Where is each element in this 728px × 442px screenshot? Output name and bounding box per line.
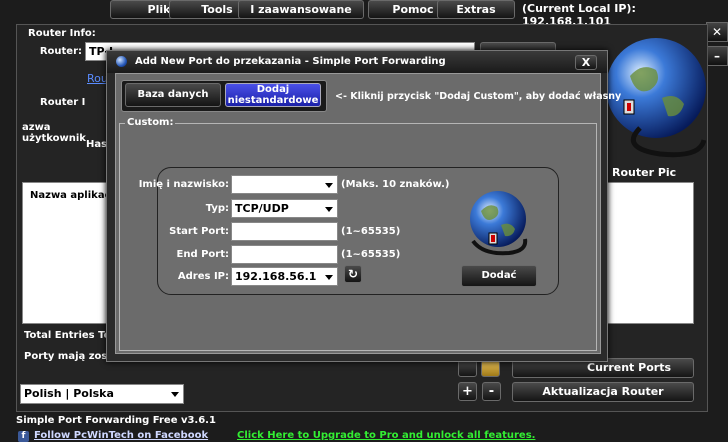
remove-port-button[interactable]: - — [482, 382, 501, 401]
dialog-close-button[interactable]: X — [575, 55, 597, 70]
chevron-down-icon — [325, 275, 333, 280]
upgrade-link[interactable]: Click Here to Upgrade to Pro and unlock … — [237, 430, 535, 441]
language-value: Polish | Polska — [24, 387, 114, 400]
app-globe-icon — [116, 56, 127, 67]
chevron-down-icon — [325, 183, 333, 188]
end-port-hint: (1~65535) — [341, 249, 401, 260]
start-port-input[interactable] — [231, 222, 338, 241]
ip-value: 192.168.56.1 — [235, 270, 317, 283]
small-gray-button[interactable] — [458, 360, 477, 377]
router-info-legend: Router Info: — [26, 28, 98, 39]
ports-status-text: Porty mają zosta — [24, 351, 119, 362]
router-i-label: Router I — [40, 97, 86, 108]
ip-label: Adres IP: — [177, 271, 229, 282]
start-port-hint: (1~65535) — [341, 226, 401, 237]
dialog-title: Add New Port do przekazania - Simple Por… — [135, 56, 446, 67]
small-yellow-button[interactable] — [481, 360, 500, 377]
globe-router-image — [463, 189, 533, 259]
total-entries-text: Total Entries To — [24, 330, 111, 341]
router-pic-label: Router Pic — [612, 166, 677, 179]
router-label: Router: — [39, 46, 82, 57]
app-name-column-header[interactable]: Nazwa aplikacj — [30, 190, 114, 201]
tab-database[interactable]: Baza danych — [125, 83, 221, 107]
name-hint: (Maks. 10 znaków.) — [341, 179, 450, 190]
menu-extras[interactable]: Extras — [437, 0, 515, 19]
minimize-window-button[interactable]: – — [706, 46, 728, 66]
end-port-input[interactable] — [231, 245, 338, 264]
facebook-link[interactable]: Follow PcWinTech on Facebook — [34, 430, 208, 441]
custom-legend: Custom: — [125, 117, 176, 128]
router-link[interactable]: Rou — [87, 72, 108, 85]
facebook-icon[interactable]: f — [18, 431, 29, 442]
add-button[interactable]: Dodać — [461, 265, 537, 287]
end-port-label: End Port: — [176, 249, 230, 260]
hint-text: <- Kliknij przycisk "Dodaj Custom", aby … — [335, 91, 622, 102]
update-router-button[interactable]: Aktualizacja Router — [512, 382, 694, 402]
refresh-icon[interactable]: ↻ — [344, 265, 362, 283]
chevron-down-icon — [171, 392, 179, 397]
version-text: Simple Port Forwarding Free v3.6.1 — [16, 415, 216, 426]
language-select[interactable]: Polish | Polska — [20, 384, 184, 404]
menu-advanced[interactable]: I zaawansowane — [238, 0, 364, 19]
start-port-label: Start Port: — [169, 226, 229, 237]
name-label: Imię i nazwisko: — [138, 179, 229, 190]
type-select[interactable]: TCP/UDP — [231, 199, 338, 218]
tab-custom[interactable]: Dodaj niestandardowe — [225, 83, 321, 107]
type-label: Typ: — [205, 203, 229, 214]
add-port-button[interactable]: + — [458, 382, 477, 401]
name-combobox[interactable] — [231, 175, 338, 194]
close-window-button[interactable]: ✕ — [706, 22, 728, 42]
type-value: TCP/UDP — [235, 202, 289, 215]
ip-select[interactable]: 192.168.56.1 — [231, 267, 338, 286]
add-port-dialog: Add New Port do przekazania - Simple Por… — [106, 50, 621, 362]
chevron-down-icon — [325, 207, 333, 212]
